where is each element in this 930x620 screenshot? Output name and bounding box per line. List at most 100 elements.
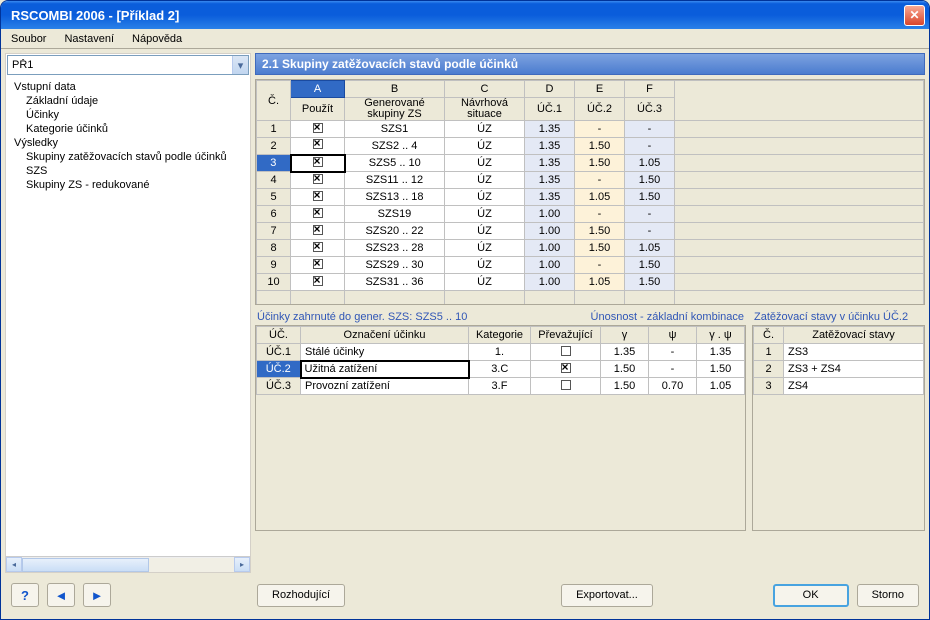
table-row[interactable]: 8SZS23 .. 28ÚZ1.001.501.05 (257, 240, 924, 257)
cell-uc3[interactable]: 1.50 (625, 172, 675, 189)
table-row[interactable]: 3ZS4 (754, 378, 924, 395)
cell-uc3[interactable]: 1.50 (625, 257, 675, 274)
cell-uc2[interactable]: 1.50 (575, 240, 625, 257)
cell-uc3[interactable]: - (625, 223, 675, 240)
cell-uc3[interactable]: 1.50 (625, 189, 675, 206)
cell-use[interactable] (291, 138, 345, 155)
table-row[interactable]: 4SZS11 .. 12ÚZ1.35-1.50 (257, 172, 924, 189)
eff-cell-prev[interactable] (531, 344, 601, 361)
row-header[interactable]: 7 (257, 223, 291, 240)
tree-group-vysledky[interactable]: Výsledky (6, 136, 250, 150)
eff-row-header[interactable]: ÚČ.1 (257, 344, 301, 361)
cell-uc3[interactable]: 1.05 (625, 155, 675, 172)
table-row[interactable]: ÚČ.2Užitná zatížení3.C1.50-1.50 (257, 361, 745, 378)
prevail-checkbox[interactable] (561, 346, 571, 356)
cell-uc1[interactable]: 1.35 (525, 121, 575, 138)
row-header[interactable]: 5 (257, 189, 291, 206)
cell-groups[interactable]: SZS29 .. 30 (345, 257, 445, 274)
cell-uc3[interactable]: - (625, 206, 675, 223)
row-header[interactable]: 3 (257, 155, 291, 172)
tree-group-vstupni[interactable]: Vstupní data (6, 80, 250, 94)
cell-uc2[interactable]: - (575, 257, 625, 274)
row-header[interactable]: 6 (257, 206, 291, 223)
cell-situation[interactable]: ÚZ (445, 223, 525, 240)
row-header[interactable]: 10 (257, 274, 291, 291)
cell-situation[interactable]: ÚZ (445, 257, 525, 274)
cell-uc1[interactable]: 1.00 (525, 240, 575, 257)
loads-row-header[interactable]: 3 (754, 378, 784, 395)
table-row[interactable]: ÚČ.1Stálé účinky1.1.35-1.35 (257, 344, 745, 361)
cell-uc1[interactable]: 1.00 (525, 274, 575, 291)
table-row[interactable]: 6SZS19ÚZ1.00-- (257, 206, 924, 223)
help-icon[interactable]: ? (11, 583, 39, 607)
use-checkbox[interactable] (313, 276, 323, 286)
eff-cell-psi[interactable]: 0.70 (649, 378, 697, 395)
export-button[interactable]: Exportovat... (561, 584, 653, 607)
table-row[interactable]: 2SZS2 .. 4ÚZ1.351.50- (257, 138, 924, 155)
cell-groups[interactable]: SZS13 .. 18 (345, 189, 445, 206)
next-page-icon[interactable]: ► (83, 583, 111, 607)
eff-cell-y[interactable]: 1.50 (601, 361, 649, 378)
loads-grid[interactable]: Č. Zatěžovací stavy 1ZS32ZS3 + ZS43ZS4 (753, 326, 924, 395)
cell-uc2[interactable]: 1.50 (575, 138, 625, 155)
table-row[interactable]: 1ZS3 (754, 344, 924, 361)
cell-situation[interactable]: ÚZ (445, 240, 525, 257)
table-row[interactable]: 9SZS29 .. 30ÚZ1.00-1.50 (257, 257, 924, 274)
eff-cell-name[interactable]: Stálé účinky (301, 344, 469, 361)
cell-groups[interactable]: SZS19 (345, 206, 445, 223)
tree-item-szs[interactable]: SZS (6, 164, 250, 178)
cell-groups[interactable]: SZS20 .. 22 (345, 223, 445, 240)
eff-cell-prev[interactable] (531, 378, 601, 395)
cell-uc3[interactable]: 1.05 (625, 240, 675, 257)
cell-groups[interactable]: SZS23 .. 28 (345, 240, 445, 257)
table-row[interactable]: ÚČ.3Provozní zatížení3.F1.500.701.05 (257, 378, 745, 395)
tree-item-skupiny-zs-ucinku[interactable]: Skupiny zatěžovacích stavů podle účinků (6, 150, 250, 164)
cell-uc1[interactable]: 1.00 (525, 206, 575, 223)
scroll-left-icon[interactable]: ◂ (6, 557, 22, 572)
row-header[interactable]: 9 (257, 257, 291, 274)
eff-row-header[interactable]: ÚČ.3 (257, 378, 301, 395)
cell-situation[interactable]: ÚZ (445, 274, 525, 291)
cell-situation[interactable]: ÚZ (445, 172, 525, 189)
table-row[interactable]: 3SZS5 .. 10ÚZ1.351.501.05 (257, 155, 924, 172)
cell-uc3[interactable]: - (625, 138, 675, 155)
rozhodujici-button[interactable]: Rozhodující (257, 584, 345, 607)
cell-use[interactable] (291, 240, 345, 257)
eff-cell-prev[interactable] (531, 361, 601, 378)
ok-button[interactable]: OK (773, 584, 849, 607)
prev-page-icon[interactable]: ◄ (47, 583, 75, 607)
col-letter-F[interactable]: F (625, 81, 675, 98)
cell-uc3[interactable]: - (625, 121, 675, 138)
cell-use[interactable] (291, 257, 345, 274)
cell-use[interactable] (291, 189, 345, 206)
col-letter-E[interactable]: E (575, 81, 625, 98)
cell-uc2[interactable]: - (575, 172, 625, 189)
use-checkbox[interactable] (313, 225, 323, 235)
eff-cell-y[interactable]: 1.35 (601, 344, 649, 361)
scroll-thumb[interactable] (22, 558, 149, 572)
storno-button[interactable]: Storno (857, 584, 919, 607)
table-row[interactable]: 10SZS31 .. 36ÚZ1.001.051.50 (257, 274, 924, 291)
eff-cell-ypsi[interactable]: 1.05 (697, 378, 745, 395)
cell-uc1[interactable]: 1.35 (525, 155, 575, 172)
close-icon[interactable]: ✕ (904, 5, 925, 26)
loads-cell-name[interactable]: ZS3 (784, 344, 924, 361)
tree-item-zakladni-udaje[interactable]: Základní údaje (6, 94, 250, 108)
col-letter-C[interactable]: C (445, 81, 525, 98)
use-checkbox[interactable] (313, 123, 323, 133)
cell-uc2[interactable]: 1.05 (575, 274, 625, 291)
table-row[interactable]: 2ZS3 + ZS4 (754, 361, 924, 378)
cell-groups[interactable]: SZS31 .. 36 (345, 274, 445, 291)
eff-cell-cat[interactable]: 3.C (469, 361, 531, 378)
eff-cell-psi[interactable]: - (649, 361, 697, 378)
eff-cell-name[interactable]: Provozní zatížení (301, 378, 469, 395)
tree-item-ucinky[interactable]: Účinky (6, 108, 250, 122)
eff-cell-y[interactable]: 1.50 (601, 378, 649, 395)
cell-uc1[interactable]: 1.35 (525, 138, 575, 155)
cell-uc2[interactable]: 1.05 (575, 189, 625, 206)
use-checkbox[interactable] (313, 139, 323, 149)
use-checkbox[interactable] (313, 242, 323, 252)
main-grid[interactable]: Č. A B C D E F Použít Generovanéskupiny … (256, 80, 924, 305)
prevail-checkbox[interactable] (561, 363, 571, 373)
eff-cell-ypsi[interactable]: 1.50 (697, 361, 745, 378)
